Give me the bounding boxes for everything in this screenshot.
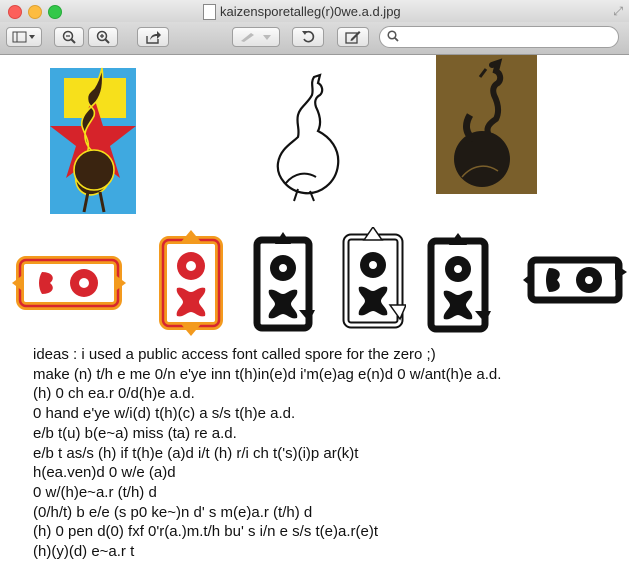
minimize-button[interactable] [28,5,42,19]
note-line: e/b t as/s (h) if t(h)e (a)d i/t (h) r/i… [33,444,359,462]
ko-logo-black-vertical [253,232,315,332]
image-canvas: ideas : i used a public access font call… [0,55,629,581]
share-button[interactable] [137,27,169,47]
toolbar [0,22,629,55]
edit-button[interactable] [337,27,369,47]
rotate-icon [302,30,315,43]
note-line: (h)(y)(d) e~a.r t [33,543,135,561]
search-field[interactable] [379,26,619,48]
close-button[interactable] [8,5,22,19]
note-line: 0 hand e'ye w/i(d) t(h)(c) a s/s t(h)e a… [33,405,296,423]
title-bar: kaizensporetalleg(r)0we.a.d.jpg ⤢ [0,0,629,23]
ko-logo-outline-vertical [342,227,406,329]
fullscreen-icon[interactable]: ⤢ [613,4,623,19]
ko-logo-orange-vertical [159,230,223,336]
note-line: e/b t(u) b(e~a) miss (ta) re a.d. [33,424,237,442]
zoom-in-icon [96,30,110,44]
search-icon [387,30,399,45]
zoom-in-button[interactable] [88,27,118,47]
zoom-out-icon [62,30,76,44]
notes-text: ideas : i used a public access font call… [33,345,501,562]
ko-logo-black-vertical-2 [427,233,491,333]
pen-icon [241,33,271,42]
note-line: h(ea.ven)d 0 w/e (a)d [33,464,176,482]
ko-logo-orange-horizontal [12,256,126,310]
sidebar-icon [12,31,35,43]
sidebar-toggle-button[interactable] [6,27,42,47]
note-line: (0/h/t) b e/e (s p0 ke~)n d' s m(e)a.r (… [33,503,313,521]
dancer-star-color-logo [50,67,136,214]
zoom-out-button[interactable] [54,27,84,47]
dancer-silhouette-olive-logo [436,55,537,194]
note-line: 0 w/(h)e~a.r (t/h) d [33,483,157,501]
note-line: (h) 0 pen d(0) fxf 0'r(a.)m.t/h bu' s i/… [33,523,378,541]
note-line: ideas : i used a public access font call… [33,346,436,363]
ko-logo-black-horizontal [523,256,627,304]
zoom-button[interactable] [48,5,62,19]
share-icon [146,31,161,44]
window-title: kaizensporetalleg(r)0we.a.d.jpg [220,4,401,19]
markup-tools-button[interactable] [232,27,280,47]
note-line: make (n) t/h e me 0/n e'ye inn t(h)in(e)… [33,365,502,383]
rotate-button[interactable] [292,27,324,47]
dancer-outline-logo [276,73,340,202]
document-icon [203,4,216,20]
edit-icon [345,31,361,44]
search-input[interactable] [402,29,616,47]
note-line: (h) 0 ch ea.r 0/d(h)e a.d. [33,385,195,403]
